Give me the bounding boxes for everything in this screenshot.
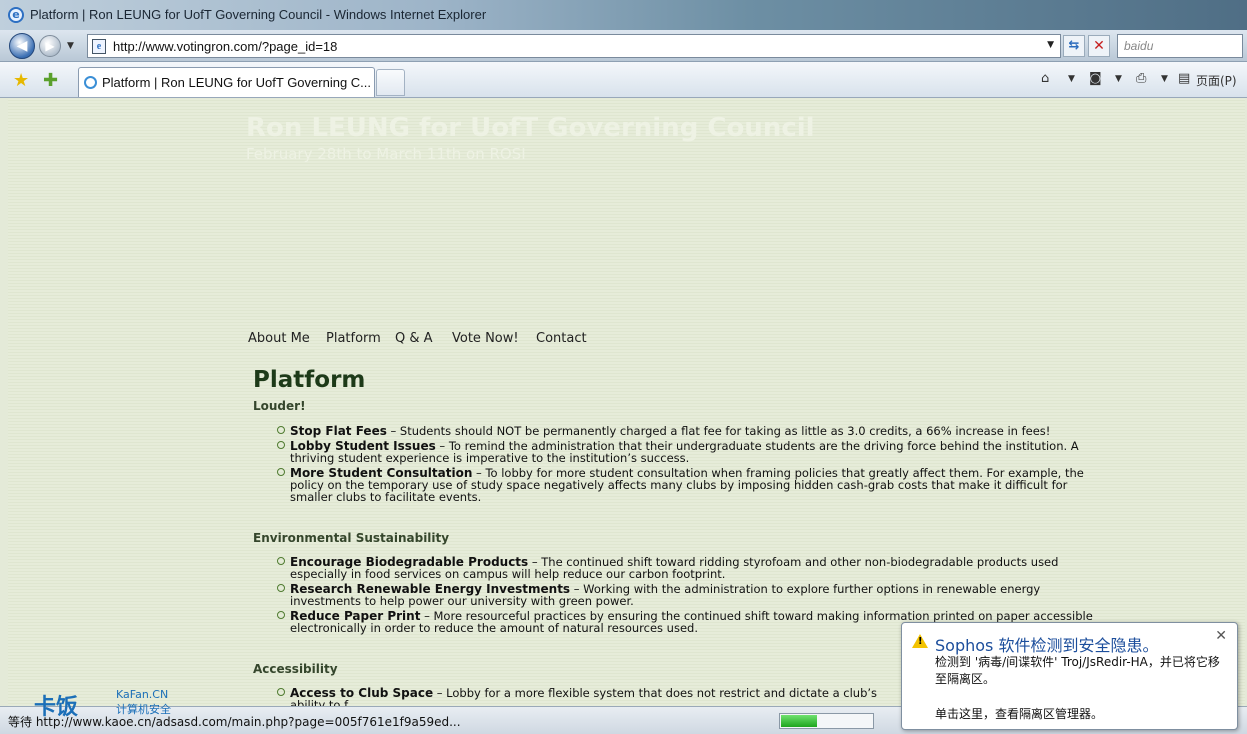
- notification-title: Sophos 软件检测到安全隐患。: [935, 636, 1159, 655]
- rss-feed-icon[interactable]: ◙: [1089, 71, 1102, 86]
- bullet-icon: [277, 426, 285, 434]
- bullet-icon: [277, 611, 285, 619]
- window-titlebar: e Platform | Ron LEUNG for UofT Governin…: [0, 0, 1247, 30]
- page-icon: e: [92, 39, 106, 54]
- watermark-tagline: 计算机安全: [116, 703, 171, 716]
- close-icon[interactable]: ✕: [1215, 628, 1227, 644]
- ie-logo-icon: e: [8, 7, 24, 23]
- warning-exclamation-icon: !: [918, 636, 923, 647]
- tab-bar: ★ ✚ Platform | Ron LEUNG for UofT Govern…: [0, 62, 1247, 98]
- nav-q-and-a[interactable]: Q & A: [395, 331, 433, 346]
- nav-platform[interactable]: Platform: [326, 331, 381, 346]
- bullet-icon: [277, 468, 285, 476]
- address-bar[interactable]: e http://www.votingron.com/?page_id=18 ▼: [87, 34, 1061, 58]
- bullet-icon: [277, 584, 285, 592]
- bullet-icon: [277, 557, 285, 565]
- list-item: Research Renewable Energy Investments – …: [290, 583, 1095, 607]
- list-item: Encourage Biodegradable Products – The c…: [290, 556, 1095, 580]
- sophos-notification[interactable]: ! Sophos 软件检测到安全隐患。 检测到 '病毒/间谍软件' Troj/J…: [901, 622, 1238, 730]
- page-menu-icon[interactable]: ▤: [1178, 71, 1190, 86]
- address-dropdown-icon[interactable]: ▼: [1047, 40, 1054, 50]
- page-title: Platform: [253, 367, 366, 393]
- favorites-star-icon[interactable]: ★: [13, 70, 29, 91]
- loading-icon: [84, 76, 97, 89]
- section-heading-accessibility: Accessibility: [253, 662, 338, 676]
- kafan-watermark-logo: 卡饭 KaFan.CN 计算机安全: [34, 688, 179, 720]
- print-dropdown-icon[interactable]: ▼: [1161, 74, 1168, 84]
- feed-dropdown-icon[interactable]: ▼: [1115, 74, 1122, 84]
- quarantine-link[interactable]: 单击这里，查看隔离区管理器。: [935, 705, 1103, 722]
- notification-body: 检测到 '病毒/间谍软件' Troj/JsRedir-HA，并已将它移至隔离区。: [935, 655, 1220, 686]
- nav-vote-now[interactable]: Vote Now!: [452, 331, 519, 346]
- home-icon[interactable]: ⌂: [1041, 71, 1049, 86]
- history-dropdown-icon[interactable]: ▼: [67, 41, 74, 51]
- page-menu-button[interactable]: 页面(P): [1196, 72, 1237, 89]
- site-subtitle: February 28th to March 11th on ROSI: [246, 145, 526, 163]
- progress-bar: [779, 713, 874, 729]
- bullet-icon: [277, 441, 285, 449]
- list-item: Access to Club Space – Lobby for a more …: [290, 687, 910, 706]
- item-title: Stop Flat Fees: [290, 424, 387, 438]
- forward-arrow-icon[interactable]: ▶: [39, 35, 61, 57]
- new-tab-button[interactable]: [376, 69, 405, 96]
- section-heading-environmental: Environmental Sustainability: [253, 531, 450, 545]
- list-item: More Student Consultation – To lobby for…: [290, 467, 1095, 504]
- address-url[interactable]: http://www.votingron.com/?page_id=18: [113, 39, 337, 54]
- search-input[interactable]: baidu: [1117, 34, 1243, 58]
- tab-platform[interactable]: Platform | Ron LEUNG for UofT Governing …: [78, 67, 375, 97]
- watermark-brand: 卡饭: [34, 695, 79, 720]
- stop-icon[interactable]: ✕: [1088, 35, 1110, 57]
- site-title[interactable]: Ron LEUNG for UofT Governing Council: [246, 113, 815, 143]
- list-item: Stop Flat Fees – Students should NOT be …: [290, 425, 1095, 437]
- watermark-domain: KaFan.CN: [116, 688, 169, 701]
- print-icon[interactable]: ⎙: [1136, 71, 1146, 86]
- bullet-icon: [277, 688, 285, 696]
- tab-label: Platform | Ron LEUNG for UofT Governing …: [102, 75, 372, 90]
- progress-fill: [781, 715, 818, 727]
- nav-contact[interactable]: Contact: [536, 331, 587, 346]
- home-dropdown-icon[interactable]: ▼: [1068, 74, 1075, 84]
- page-content: Ron LEUNG for UofT Governing Council Feb…: [8, 99, 1245, 706]
- refresh-icon[interactable]: ⇆: [1063, 35, 1085, 57]
- item-text: – Students should NOT be permanently cha…: [386, 424, 1051, 438]
- add-favorites-icon[interactable]: ✚: [43, 70, 58, 91]
- list-item: Lobby Student Issues – To remind the adm…: [290, 440, 1095, 464]
- window-title: Platform | Ron LEUNG for UofT Governing …: [30, 7, 487, 22]
- back-arrow-icon[interactable]: ◀: [9, 33, 35, 59]
- nav-about-me[interactable]: About Me: [248, 331, 310, 346]
- navigation-bar: ◀ ▶ ▼ e http://www.votingron.com/?page_i…: [0, 30, 1247, 62]
- section-heading-louder: Louder!: [253, 399, 306, 413]
